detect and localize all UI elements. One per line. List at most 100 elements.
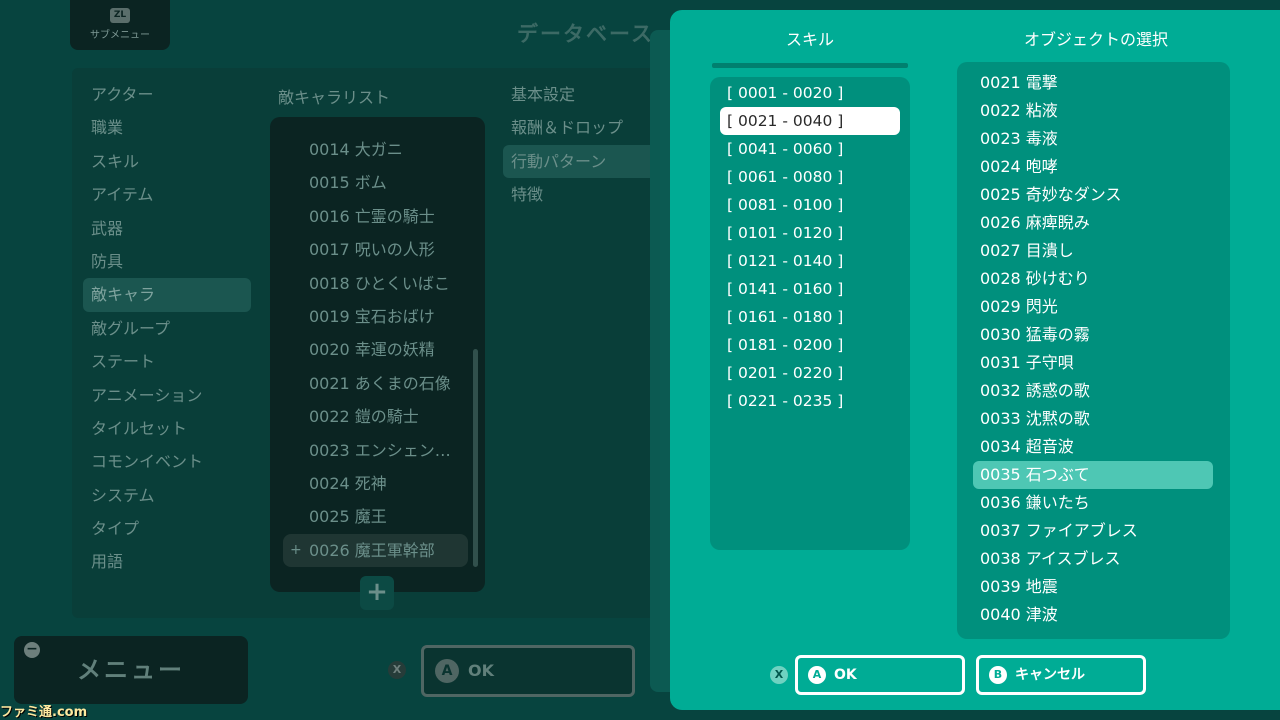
enemy-list-item[interactable]: 0014 大ガニ: [283, 133, 468, 166]
category-label: システム: [91, 485, 155, 505]
category-item[interactable]: コモンイベント: [83, 445, 251, 478]
skill-object-item[interactable]: 0038 アイスブレス: [973, 545, 1213, 573]
skill-object-label: 0024 咆哮: [980, 157, 1058, 176]
enemy-list-title: 敵キャラリスト: [278, 88, 391, 107]
skill-range-label: [ 0161 - 0180 ]: [727, 308, 844, 326]
enemy-list-item[interactable]: 0022 鎧の騎士: [283, 400, 468, 433]
enemy-list-item[interactable]: 0020 幸運の妖精: [283, 333, 468, 366]
category-item[interactable]: システム: [83, 479, 251, 512]
skill-object-label: 0021 電撃: [980, 73, 1058, 92]
property-tab[interactable]: 報酬＆ドロップ: [503, 111, 663, 144]
skill-object-label: 0025 奇妙なダンス: [980, 185, 1122, 204]
skill-object-label: 0037 ファイアブレス: [980, 521, 1138, 540]
skill-object-item[interactable]: 0030 猛毒の霧: [973, 321, 1213, 349]
submenu-button[interactable]: ZL サブメニュー: [70, 0, 170, 50]
category-label: タイプ: [91, 519, 140, 539]
category-item[interactable]: アニメーション: [83, 379, 251, 412]
enemy-list-item[interactable]: +0026 魔王軍幹部: [283, 533, 468, 568]
property-tab[interactable]: 行動パターン: [503, 144, 663, 179]
skill-object-item[interactable]: 0040 津波: [973, 601, 1213, 629]
skill-range-item[interactable]: [ 0061 - 0080 ]: [720, 163, 900, 191]
category-item[interactable]: 敵グループ: [83, 312, 251, 345]
skill-range-label: [ 0221 - 0235 ]: [727, 392, 844, 410]
enemy-items: 0014 大ガニ 0015 ボム 0016 亡霊の騎士 0017 呪いの人形 0018 …: [283, 133, 468, 568]
skill-object-label: 0033 沈黙の歌: [980, 409, 1090, 428]
enemy-list-item[interactable]: 0015 ボム: [283, 166, 468, 199]
add-enemy-button[interactable]: +: [360, 576, 394, 610]
skill-range-item[interactable]: [ 0161 - 0180 ]: [720, 303, 900, 331]
skill-range-item[interactable]: [ 0201 - 0220 ]: [720, 359, 900, 387]
skill-object-item[interactable]: 0032 誘惑の歌: [973, 377, 1213, 405]
category-item[interactable]: 武器: [83, 212, 251, 245]
category-item[interactable]: 職業: [83, 111, 251, 144]
skill-range-item[interactable]: [ 0101 - 0120 ]: [720, 219, 900, 247]
skill-object-item[interactable]: 0023 毒液: [973, 125, 1213, 153]
enemy-label: 0014 大ガニ: [309, 140, 403, 159]
skill-range-label: [ 0141 - 0160 ]: [727, 280, 844, 298]
skill-range-item[interactable]: [ 0181 - 0200 ]: [720, 331, 900, 359]
enemy-list-item[interactable]: 0018 ひとくいばこ: [283, 267, 468, 300]
category-label: コモンイベント: [91, 452, 204, 472]
background-ok-button[interactable]: A OK: [421, 645, 635, 697]
category-item[interactable]: 敵キャラ: [83, 278, 251, 312]
enemy-list-item[interactable]: 0024 死神: [283, 467, 468, 500]
ok-button[interactable]: A OK: [795, 655, 965, 695]
skill-object-item[interactable]: 0031 子守唄: [973, 349, 1213, 377]
skill-range-item[interactable]: [ 0221 - 0235 ]: [720, 387, 900, 415]
menu-button[interactable]: − メニュー: [14, 636, 248, 704]
skill-object-item[interactable]: 0029 閃光: [973, 293, 1213, 321]
category-item[interactable]: 用語: [83, 545, 251, 578]
skill-object-item[interactable]: 0027 目潰し: [973, 237, 1213, 265]
category-label: アニメーション: [91, 385, 203, 405]
x-key-icon: X: [388, 661, 406, 679]
skill-object-item[interactable]: 0034 超音波: [973, 433, 1213, 461]
enemy-label: 0017 呪いの人形: [309, 240, 435, 260]
skill-object-label: 0035 石つぶて: [980, 465, 1090, 484]
skill-object-item[interactable]: 0036 鎌いたち: [973, 489, 1213, 517]
enemy-label: 0025 魔王: [309, 507, 387, 527]
skill-object-item[interactable]: 0035 石つぶて: [973, 461, 1213, 489]
category-item[interactable]: 防具: [83, 245, 251, 278]
skill-range-label: [ 0001 - 0020 ]: [727, 84, 844, 102]
category-item[interactable]: ステート: [83, 345, 251, 378]
skill-range-item[interactable]: [ 0121 - 0140 ]: [720, 247, 900, 275]
category-item[interactable]: タイプ: [83, 512, 251, 545]
category-label: 武器: [91, 218, 124, 238]
enemy-list-item[interactable]: 0025 魔王: [283, 500, 468, 533]
category-item[interactable]: スキル: [83, 145, 251, 178]
skill-column-underline: [712, 63, 908, 68]
property-tab[interactable]: 基本設定: [503, 78, 663, 111]
skill-range-item[interactable]: [ 0081 - 0100 ]: [720, 191, 900, 219]
skill-object-item[interactable]: 0028 砂けむり: [973, 265, 1213, 293]
enemy-list-item[interactable]: 0016 亡霊の騎士: [283, 200, 468, 233]
skill-object-item[interactable]: 0025 奇妙なダンス: [973, 181, 1213, 209]
enemy-list-item[interactable]: 0019 宝石おばけ: [283, 300, 468, 333]
enemy-list-item[interactable]: 0023 エンシェン…: [283, 434, 468, 467]
category-label: 敵キャラ: [91, 285, 156, 305]
category-item[interactable]: アクター: [83, 78, 251, 111]
skill-object-item[interactable]: 0039 地震: [973, 573, 1213, 601]
skill-range-item[interactable]: [ 0021 - 0040 ]: [720, 107, 900, 135]
enemy-list-item[interactable]: 0021 あくまの石像: [283, 367, 468, 400]
skill-range-item[interactable]: [ 0041 - 0060 ]: [720, 135, 900, 163]
skill-object-item[interactable]: 0024 咆哮: [973, 153, 1213, 181]
cancel-button[interactable]: B キャンセル: [976, 655, 1146, 695]
skill-object-label: 0036 鎌いたち: [980, 493, 1090, 512]
property-tab[interactable]: 特徴: [503, 178, 663, 211]
watermark-logo: ファミ通.com: [0, 705, 88, 720]
submenu-label: サブメニュー: [90, 30, 150, 41]
skill-object-item[interactable]: 0033 沈黙の歌: [973, 405, 1213, 433]
skill-range-item[interactable]: [ 0001 - 0020 ]: [720, 79, 900, 107]
skill-object-item[interactable]: 0021 電撃: [973, 69, 1213, 97]
enemy-list-scrollbar[interactable]: [473, 349, 478, 567]
skill-object-label: 0028 砂けむり: [980, 269, 1090, 288]
skill-range-item[interactable]: [ 0141 - 0160 ]: [720, 275, 900, 303]
skill-object-item[interactable]: 0037 ファイアブレス: [973, 517, 1213, 545]
skill-object-label: 0030 猛毒の霧: [980, 325, 1090, 344]
object-list: 0021 電撃 0022 粘液 0023 毒液 0024 咆哮 0025 奇妙なダンス 0…: [973, 69, 1213, 629]
category-item[interactable]: アイテム: [83, 178, 251, 211]
skill-object-item[interactable]: 0026 麻痺睨み: [973, 209, 1213, 237]
category-item[interactable]: タイルセット: [83, 412, 251, 445]
skill-object-item[interactable]: 0022 粘液: [973, 97, 1213, 125]
enemy-list-item[interactable]: 0017 呪いの人形: [283, 233, 468, 266]
